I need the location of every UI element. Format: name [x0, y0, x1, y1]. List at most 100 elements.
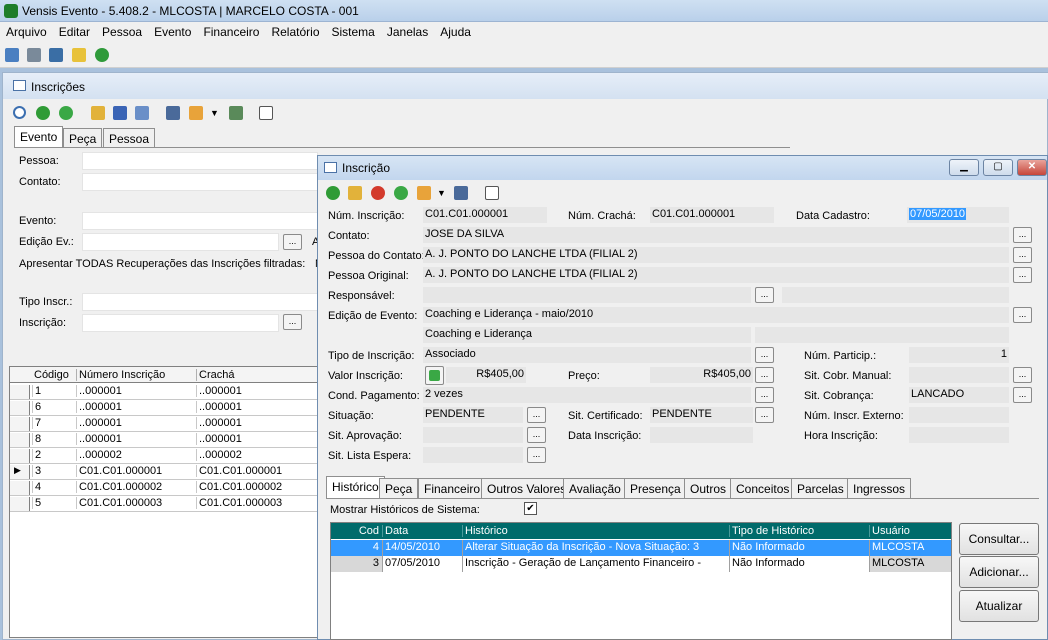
edicao-lookup-button[interactable]: ... [283, 234, 302, 250]
table-row[interactable]: 4 14/05/2010 Alterar Situação da Inscrição… [331, 540, 951, 556]
preco-lookup-button[interactable]: ... [755, 367, 774, 383]
edit-icon[interactable] [348, 186, 362, 200]
col-historico[interactable]: Histórico [462, 525, 729, 537]
contato-input[interactable] [82, 173, 318, 191]
menu-pessoa[interactable]: Pessoa [96, 22, 148, 39]
delete-icon[interactable] [371, 186, 385, 200]
add-icon[interactable] [326, 186, 340, 200]
tab-peca[interactable]: Peça [379, 478, 419, 498]
sit-certificado-lookup-button[interactable]: ... [755, 407, 774, 423]
table-row[interactable]: 5 C01.C01.000003 C01.C01.000003 [10, 496, 320, 512]
menu-evento[interactable]: Evento [148, 22, 197, 39]
tipo-input[interactable] [82, 293, 318, 311]
row-indicator[interactable] [10, 401, 30, 415]
tab-ingressos[interactable]: Ingressos [847, 478, 912, 498]
col-data[interactable]: Data [382, 525, 462, 537]
import-icon[interactable] [229, 106, 243, 120]
responsavel-lookup-button[interactable]: ... [755, 287, 774, 303]
export-icon[interactable] [189, 106, 203, 120]
tab-pessoa[interactable]: Pessoa [103, 128, 156, 148]
grid-view-icon[interactable] [5, 48, 19, 62]
adicionar-button[interactable]: Adicionar... [959, 556, 1039, 588]
table-row[interactable]: 1 ..000001 ..000001 [10, 384, 320, 400]
table-row[interactable]: 8 ..000001 ..000001 [10, 432, 320, 448]
col-usuario[interactable]: Usuário [869, 525, 951, 537]
table-row[interactable]: 3 07/05/2010 Inscrição - Geração de Lançam… [331, 556, 951, 572]
tab-presenca[interactable]: Presença [624, 478, 687, 498]
chevron-down-icon[interactable]: ▼ [437, 188, 446, 198]
atualizar-button[interactable]: Atualizar [959, 590, 1039, 622]
col-cracha[interactable]: Crachá [196, 369, 320, 381]
close-button[interactable]: ✕ [1017, 159, 1047, 176]
save-all-icon[interactable] [135, 106, 149, 120]
chevron-down-icon[interactable]: ▼ [210, 108, 219, 118]
row-indicator[interactable] [10, 449, 30, 463]
col-tipo-historico[interactable]: Tipo de Histórico [729, 525, 869, 537]
evento-input[interactable] [82, 212, 318, 230]
menu-sistema[interactable]: Sistema [326, 22, 381, 39]
table-row[interactable]: 4 C01.C01.000002 C01.C01.000002 [10, 480, 320, 496]
sit-cobranca-lookup-button[interactable]: ... [1013, 387, 1032, 403]
current-row-indicator-icon[interactable]: ▶ [10, 465, 30, 479]
tab-evento[interactable]: Evento [14, 126, 64, 148]
inscricao-lookup-button[interactable]: ... [283, 314, 302, 330]
table-row[interactable]: ▶ 3 C01.C01.000001 C01.C01.000001 [10, 464, 320, 480]
menu-financeiro[interactable]: Financeiro [197, 22, 265, 39]
menu-janelas[interactable]: Janelas [381, 22, 434, 39]
edicao-evento-lookup-button[interactable]: ... [1013, 307, 1032, 323]
contato-lookup-button[interactable]: ... [1013, 227, 1032, 243]
col-cod[interactable]: Cod [331, 525, 381, 537]
globe-icon[interactable] [95, 48, 109, 62]
refresh-icon[interactable] [394, 186, 408, 200]
table-row[interactable]: 6 ..000001 ..000001 [10, 400, 320, 416]
computer-icon[interactable] [49, 48, 63, 62]
row-indicator[interactable] [10, 385, 30, 399]
tab-historico[interactable]: Histórico [326, 476, 385, 498]
mostrar-historicos-checkbox[interactable]: ✔ [524, 502, 537, 515]
pessoa-contato-lookup-button[interactable]: ... [1013, 247, 1032, 263]
menu-editar[interactable]: Editar [53, 22, 96, 39]
table-row[interactable]: 7 ..000001 ..000001 [10, 416, 320, 432]
tab-peca[interactable]: Peça [63, 128, 103, 148]
sit-aprovacao-lookup-button[interactable]: ... [527, 427, 546, 443]
situacao-lookup-button[interactable]: ... [527, 407, 546, 423]
cond-pagamento-lookup-button[interactable]: ... [755, 387, 774, 403]
menu-relatorio[interactable]: Relatório [265, 22, 325, 39]
export-icon[interactable] [417, 186, 431, 200]
col-codigo[interactable]: Código [32, 369, 76, 381]
row-indicator[interactable] [10, 417, 30, 431]
edicao-input[interactable] [82, 233, 279, 251]
tab-outros-valores[interactable]: Outros Valores [481, 478, 573, 498]
search-icon[interactable] [13, 106, 26, 119]
monitor-icon[interactable] [454, 186, 468, 200]
col-numero[interactable]: Número Inscrição [76, 369, 196, 381]
row-indicator[interactable] [10, 481, 30, 495]
row-indicator[interactable] [10, 497, 30, 511]
save-icon[interactable] [113, 106, 127, 120]
refresh-icon[interactable] [59, 106, 73, 120]
add-icon[interactable] [36, 106, 50, 120]
tab-conceitos[interactable]: Conceitos [730, 478, 796, 498]
monitor-icon[interactable] [166, 106, 180, 120]
minimize-button[interactable]: ▁ [949, 159, 979, 176]
data-cadastro-field[interactable]: 07/05/2010 [907, 207, 1009, 223]
tab-avaliacao[interactable]: Avaliação [563, 478, 627, 498]
tab-financeiro[interactable]: Financeiro [418, 478, 487, 498]
pessoa-input[interactable] [82, 152, 318, 170]
pessoa-original-lookup-button[interactable]: ... [1013, 267, 1032, 283]
open-folder-icon[interactable] [91, 106, 105, 120]
menu-arquivo[interactable]: Arquivo [0, 22, 53, 39]
consultar-button[interactable]: Consultar... [959, 523, 1039, 555]
tab-parcelas[interactable]: Parcelas [791, 478, 850, 498]
calculator-icon[interactable] [27, 48, 41, 62]
warning-document-icon[interactable] [72, 48, 86, 62]
valor-detail-button[interactable] [425, 366, 444, 385]
maximize-button[interactable]: ▢ [983, 159, 1013, 176]
sit-lista-espera-lookup-button[interactable]: ... [527, 447, 546, 463]
menu-ajuda[interactable]: Ajuda [434, 22, 477, 39]
tab-outros[interactable]: Outros [684, 478, 733, 498]
close-window-icon[interactable] [485, 186, 499, 200]
row-indicator[interactable] [10, 433, 30, 447]
inscricao-input[interactable] [82, 314, 279, 332]
close-window-icon[interactable] [259, 106, 273, 120]
